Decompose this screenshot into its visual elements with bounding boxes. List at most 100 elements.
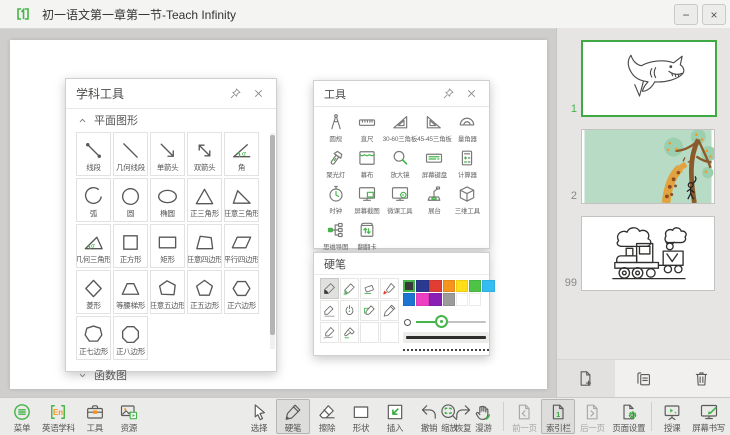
toolbar-toolbox-button[interactable]: 工具 (78, 399, 112, 434)
slider-handle[interactable] (435, 315, 448, 328)
toolbar-screen-write-button[interactable]: 屏幕书写 (689, 399, 728, 434)
shape-ellipse[interactable]: 椭圆 (150, 178, 185, 222)
shape-rectangle[interactable]: 矩形 (150, 224, 185, 268)
color-swatch-9[interactable] (429, 293, 441, 305)
close-button[interactable]: × (702, 4, 726, 25)
toolbar-menu-button[interactable]: 菜单 (5, 399, 39, 434)
toolbar-select-cursor-button[interactable]: 选择 (242, 399, 276, 434)
color-swatch-0[interactable] (403, 280, 415, 292)
color-swatch-2[interactable] (429, 280, 441, 292)
toolbar-page-setup-button[interactable]: 页面设置 (609, 399, 648, 434)
toolbar-present-button[interactable]: 授课 (655, 399, 689, 434)
shape-arc[interactable]: 弧 (76, 178, 111, 222)
color-swatch-6[interactable] (482, 280, 494, 292)
shape-parallelogram[interactable]: 平行四边形 (224, 224, 259, 268)
tool-keyboard[interactable]: 屏幕键盘 (417, 148, 452, 181)
toolbar-zoom-tool-button[interactable]: 缩放 (432, 399, 466, 434)
scrollbar-thumb[interactable] (270, 135, 275, 335)
pen-type-smart-pen[interactable] (360, 300, 379, 321)
shape-regular-heptagon[interactable]: 正七边形 (76, 316, 111, 360)
pen-type-pencil[interactable] (380, 300, 399, 321)
minimize-button[interactable]: − (674, 4, 698, 25)
close-icon[interactable] (252, 87, 266, 101)
tool-compass[interactable]: 圆规 (320, 112, 351, 145)
color-swatch-7[interactable] (403, 293, 415, 305)
add-page-button[interactable] (557, 360, 615, 397)
function-graph-section[interactable]: 函数图 (66, 364, 276, 386)
pin-icon[interactable] (442, 87, 456, 101)
toolbar-subject-en-button[interactable]: En英语学科 (39, 399, 78, 434)
shape-regular-pentagon[interactable]: 正五边形 (187, 270, 222, 314)
copy-page-button[interactable] (615, 360, 673, 397)
shape-circle[interactable]: 圆 (113, 178, 148, 222)
shape-geometric-triangle[interactable]: α几何三角形 (76, 224, 111, 268)
tool-label: 屏幕键盘 (422, 169, 447, 179)
shape-geometric-line[interactable]: 几何线段 (113, 132, 148, 176)
toolbar-insert-tool-button[interactable]: 插入 (378, 399, 412, 434)
pen-type-writing-brush[interactable] (380, 278, 399, 299)
shape-regular-octagon[interactable]: 正八边形 (113, 316, 148, 360)
tool-protractor[interactable]: 量角器 (452, 112, 483, 145)
color-swatch-5[interactable] (469, 280, 481, 292)
pen-type-gesture-pen[interactable] (340, 300, 359, 321)
color-swatch-8[interactable] (416, 293, 428, 305)
toolbar-resources-button[interactable]: 资源 (112, 399, 146, 434)
pen-type-board-eraser[interactable] (360, 278, 379, 299)
color-swatch-12[interactable] (469, 293, 481, 305)
tool-triangle-30-60[interactable]: 30-60三角板 (383, 112, 418, 145)
pen-type-curve-pen[interactable] (320, 322, 339, 343)
shape-square[interactable]: 正方形 (113, 224, 148, 268)
pen-type-hard-pen[interactable] (320, 278, 339, 299)
toolbar-pen-tool-button[interactable]: 硬笔 (276, 399, 310, 434)
tool-microlesson[interactable]: 微课工具 (383, 184, 418, 217)
tool-ruler[interactable]: 直尺 (351, 112, 382, 145)
toolbar-eraser-tool-button[interactable]: 擦除 (310, 399, 344, 434)
tool-mindmap[interactable]: 思维导图 (320, 220, 351, 253)
toolbar-prev-page-button[interactable]: 前一页 (507, 399, 541, 434)
shape-double-arrow[interactable]: 双箭头 (187, 132, 222, 176)
tool-triangle-45-45[interactable]: 45-45三角板 (417, 112, 452, 145)
toolbar-next-page-button[interactable]: 后一页 (575, 399, 609, 434)
delete-page-button[interactable] (672, 360, 730, 397)
shape-any-pentagon[interactable]: 任意五边形 (150, 270, 185, 314)
tool-cube-3d[interactable]: 三维工具 (452, 184, 483, 217)
toolbar-shape-tool-button[interactable]: 形状 (344, 399, 378, 434)
shape-any-triangle[interactable]: 任意三角形 (224, 178, 259, 222)
pin-icon[interactable] (229, 87, 243, 101)
color-swatch-10[interactable] (443, 293, 455, 305)
slider-track[interactable] (416, 321, 486, 323)
toolbar-index-bar-button[interactable]: 1索引栏 (541, 399, 575, 434)
toolbar-pan-hand-button[interactable]: 漫游 (466, 399, 500, 434)
color-swatch-4[interactable] (456, 280, 468, 292)
color-swatch-1[interactable] (416, 280, 428, 292)
tool-visualizer[interactable]: 展台 (417, 184, 452, 217)
shape-angle[interactable]: α角 (224, 132, 259, 176)
tool-flipcard[interactable]: 翻翻卡 (351, 220, 382, 253)
subject-panel-scrollbar[interactable] (270, 133, 275, 349)
pen-type-texture-brush[interactable] (340, 322, 359, 343)
tool-spotlight[interactable]: 聚光灯 (320, 148, 351, 181)
pen-type-line-pen[interactable] (320, 300, 339, 321)
stroke-width-slider[interactable] (404, 315, 486, 329)
tool-curtain[interactable]: 幕布 (351, 148, 382, 181)
shape-regular-hexagon[interactable]: 正六边形 (224, 270, 259, 314)
close-icon[interactable] (465, 87, 479, 101)
slide-thumbnail-2[interactable] (581, 129, 715, 204)
tool-magnifier[interactable]: 放大镜 (383, 148, 418, 181)
slide-thumbnail-99[interactable] (581, 216, 715, 291)
shape-any-quadrilateral[interactable]: 任意四边形 (187, 224, 222, 268)
color-swatch-11[interactable] (456, 293, 468, 305)
square-icon (119, 231, 142, 254)
tool-calculator[interactable]: 计算器 (452, 148, 483, 181)
tool-clock[interactable]: 时钟 (320, 184, 351, 217)
color-swatch-3[interactable] (443, 280, 455, 292)
shape-line-segment[interactable]: 线段 (76, 132, 111, 176)
shape-equilateral-triangle[interactable]: 正三角形 (187, 178, 222, 222)
plane-shapes-section[interactable]: 平面图形 (66, 109, 276, 131)
shape-single-arrow[interactable]: 单箭头 (150, 132, 185, 176)
shape-isosceles-trapezoid[interactable]: 等腰梯形 (113, 270, 148, 314)
shape-rhombus[interactable]: 菱形 (76, 270, 111, 314)
tool-screenshot[interactable]: 屏幕截图 (351, 184, 382, 217)
pen-type-highlighter[interactable] (340, 278, 359, 299)
slide-thumbnail-1[interactable] (581, 40, 717, 117)
